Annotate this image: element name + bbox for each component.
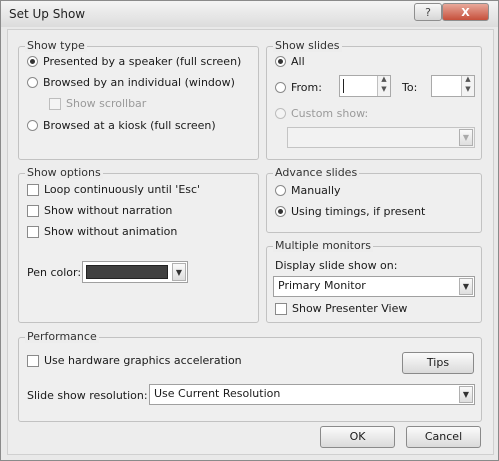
display-on-label: Display slide show on: <box>275 259 398 272</box>
radio-icon[interactable] <box>275 185 286 196</box>
resolution-label: Slide show resolution: <box>27 389 148 402</box>
radio-label: Using timings, if present <box>291 205 426 218</box>
checkbox-label: Show scrollbar <box>66 97 147 110</box>
advance-manually-radio[interactable]: Manually <box>275 184 341 197</box>
set-up-show-dialog: Set Up Show ? X Show type Presented by a… <box>0 0 499 461</box>
chevron-down-icon[interactable]: ▼ <box>172 263 186 281</box>
checkbox-label: Show without animation <box>44 225 178 238</box>
from-input[interactable]: ▲ ▼ <box>339 75 391 97</box>
radio-label: From: <box>291 81 322 94</box>
resolution-dropdown[interactable]: Use Current Resolution ▼ <box>149 384 475 405</box>
performance-group: Performance Use hardware graphics accele… <box>18 330 482 422</box>
show-options-title: Show options <box>25 166 103 179</box>
slides-all-radio[interactable]: All <box>275 55 305 68</box>
radio-icon[interactable] <box>275 108 286 119</box>
display-monitor-dropdown[interactable]: Primary Monitor ▼ <box>273 276 475 297</box>
show-type-option-individual[interactable]: Browsed by an individual (window) <box>27 76 235 89</box>
show-type-option-kiosk[interactable]: Browsed at a kiosk (full screen) <box>27 119 216 132</box>
close-button[interactable]: X <box>442 3 489 21</box>
title-bar[interactable]: Set Up Show ? X <box>1 1 498 27</box>
chevron-down-icon[interactable]: ▼ <box>459 386 473 403</box>
radio-label: All <box>291 55 305 68</box>
checkbox-icon[interactable] <box>275 302 287 315</box>
multiple-monitors-group: Multiple monitors Display slide show on:… <box>266 239 482 323</box>
option-label: Presented by a speaker (full screen) <box>43 55 242 68</box>
tips-button[interactable]: Tips <box>402 352 474 374</box>
hw-acceleration-checkbox[interactable]: Use hardware graphics acceleration <box>27 354 242 367</box>
radio-icon[interactable] <box>27 120 38 131</box>
performance-title: Performance <box>25 330 99 343</box>
chevron-down-icon[interactable]: ▼ <box>459 278 473 295</box>
pen-color-swatch <box>86 265 168 279</box>
ok-button[interactable]: OK <box>320 426 395 448</box>
multiple-monitors-title: Multiple monitors <box>273 239 373 252</box>
to-input[interactable]: ▲ ▼ <box>431 75 475 97</box>
advance-slides-title: Advance slides <box>273 166 360 179</box>
checkbox-icon[interactable] <box>27 354 39 367</box>
radio-label: Manually <box>291 184 341 197</box>
spin-down-icon[interactable]: ▼ <box>377 86 390 96</box>
no-narration-checkbox[interactable]: Show without narration <box>27 204 172 217</box>
help-button[interactable]: ? <box>414 3 442 21</box>
radio-icon[interactable] <box>27 77 38 88</box>
radio-label: Custom show: <box>291 107 369 120</box>
dialog-body: Show type Presented by a speaker (full s… <box>7 29 494 455</box>
show-options-group: Show options Loop continuously until 'Es… <box>18 166 259 323</box>
radio-icon[interactable] <box>275 82 286 93</box>
radio-icon[interactable] <box>275 206 286 217</box>
checkbox-icon[interactable] <box>27 204 39 217</box>
text-cursor <box>343 79 344 93</box>
checkbox-icon[interactable] <box>27 183 39 196</box>
chevron-down-icon[interactable]: ▼ <box>459 129 473 146</box>
checkbox-icon[interactable] <box>49 97 61 110</box>
presenter-view-checkbox[interactable]: Show Presenter View <box>275 302 407 315</box>
show-slides-group: Show slides All From: ▲ ▼ To: ▲ ▼ Custom… <box>266 39 482 160</box>
resolution-value: Use Current Resolution <box>154 387 281 400</box>
show-type-option-speaker[interactable]: Presented by a speaker (full screen) <box>27 55 241 68</box>
radio-icon[interactable] <box>27 56 38 67</box>
slides-custom-radio[interactable]: Custom show: <box>275 107 368 120</box>
show-type-title: Show type <box>25 39 87 52</box>
radio-icon[interactable] <box>275 56 286 67</box>
dialog-title: Set Up Show <box>9 7 86 21</box>
cancel-button[interactable]: Cancel <box>406 426 481 448</box>
checkbox-label: Loop continuously until 'Esc' <box>44 183 201 196</box>
show-type-group: Show type Presented by a speaker (full s… <box>18 39 259 160</box>
option-label: Browsed at a kiosk (full screen) <box>43 119 216 132</box>
pen-color-dropdown[interactable]: ▼ <box>82 261 188 283</box>
spin-down-icon[interactable]: ▼ <box>461 86 474 96</box>
slides-from-radio[interactable]: From: <box>275 81 322 94</box>
checkbox-label: Show without narration <box>44 204 173 217</box>
checkbox-label: Use hardware graphics acceleration <box>44 354 242 367</box>
advance-timings-radio[interactable]: Using timings, if present <box>275 205 425 218</box>
display-monitor-value: Primary Monitor <box>278 279 366 292</box>
custom-show-dropdown[interactable]: ▼ <box>287 127 475 148</box>
loop-checkbox[interactable]: Loop continuously until 'Esc' <box>27 183 200 196</box>
option-label: Browsed by an individual (window) <box>43 76 235 89</box>
show-scrollbar-checkbox[interactable]: Show scrollbar <box>49 97 146 110</box>
checkbox-icon[interactable] <box>27 225 39 238</box>
no-animation-checkbox[interactable]: Show without animation <box>27 225 177 238</box>
advance-slides-group: Advance slides Manually Using timings, i… <box>266 166 482 233</box>
to-label: To: <box>402 81 418 94</box>
checkbox-label: Show Presenter View <box>292 302 408 315</box>
show-slides-title: Show slides <box>273 39 342 52</box>
pen-color-label: Pen color: <box>27 266 82 279</box>
